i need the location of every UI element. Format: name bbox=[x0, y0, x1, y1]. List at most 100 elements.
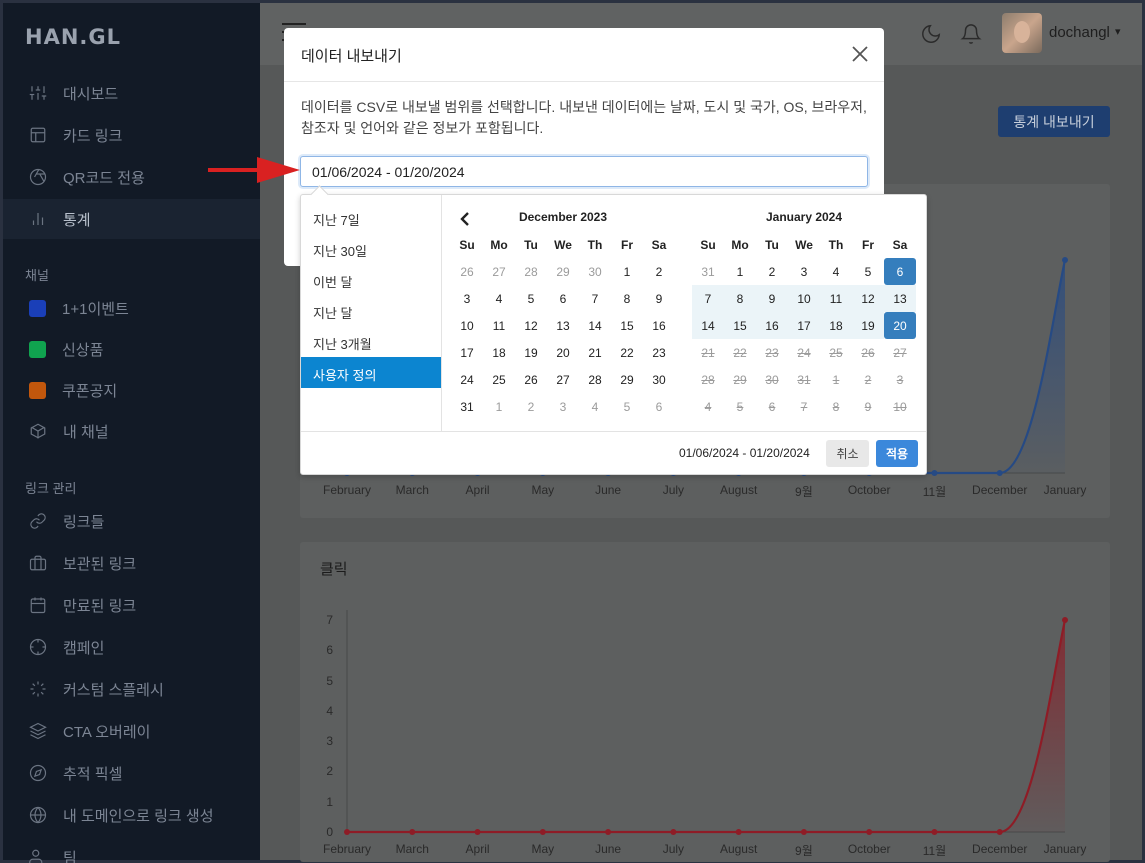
sidebar-item[interactable]: 커스텀 스플레시 bbox=[3, 669, 260, 709]
calendar-day[interactable]: 18 bbox=[820, 312, 852, 339]
calendar-day[interactable]: 7 bbox=[692, 285, 724, 312]
range-option[interactable]: 사용자 정의 bbox=[301, 357, 441, 388]
calendar-day[interactable]: 14 bbox=[579, 312, 611, 339]
range-option[interactable]: 지난 3개월 bbox=[301, 326, 441, 357]
calendar-day[interactable]: 12 bbox=[852, 285, 884, 312]
sidebar-item[interactable]: 대시보드 bbox=[3, 73, 260, 113]
calendar-day[interactable]: 27 bbox=[547, 366, 579, 393]
calendar-day[interactable]: 15 bbox=[611, 312, 643, 339]
calendar-day: 8 bbox=[832, 399, 840, 414]
sidebar-item[interactable]: 신상품 bbox=[3, 329, 260, 369]
calendar-day[interactable]: 20 bbox=[547, 339, 579, 366]
chevron-down-icon[interactable]: ▾ bbox=[1115, 25, 1121, 38]
calendar-day[interactable]: 8 bbox=[611, 285, 643, 312]
calendar-day[interactable]: 25 bbox=[483, 366, 515, 393]
sidebar-item[interactable]: 내 채널 bbox=[3, 411, 260, 451]
export-stats-button[interactable]: 통계 내보내기 bbox=[998, 106, 1110, 137]
calendar-day[interactable]: 21 bbox=[579, 339, 611, 366]
sidebar-item[interactable]: 만료된 링크 bbox=[3, 585, 260, 625]
calendar-day[interactable]: 13 bbox=[884, 285, 916, 312]
calendar-day[interactable]: 6 bbox=[547, 285, 579, 312]
calendar-day[interactable]: 28 bbox=[579, 366, 611, 393]
calendar-day[interactable]: 23 bbox=[643, 339, 675, 366]
calendar-day[interactable]: 26 bbox=[515, 366, 547, 393]
sidebar-item[interactable]: 쿠폰공지 bbox=[3, 370, 260, 410]
calendar-day[interactable]: 16 bbox=[643, 312, 675, 339]
bell-icon[interactable] bbox=[960, 23, 982, 45]
calendar-day[interactable]: 8 bbox=[724, 285, 756, 312]
calendar-day[interactable]: 17 bbox=[451, 339, 483, 366]
calendar-day[interactable]: 2 bbox=[643, 258, 675, 285]
chevron-left-icon[interactable] bbox=[460, 212, 470, 226]
calendar-day[interactable]: 10 bbox=[451, 312, 483, 339]
sidebar-item[interactable]: 카드 링크 bbox=[3, 115, 260, 155]
calendar-day[interactable]: 24 bbox=[451, 366, 483, 393]
calendar-day[interactable]: 20 bbox=[884, 312, 916, 339]
calendar-day[interactable]: 13 bbox=[547, 312, 579, 339]
calendar-day[interactable]: 4 bbox=[579, 393, 611, 420]
range-option[interactable]: 지난 달 bbox=[301, 295, 441, 326]
date-range-input[interactable] bbox=[300, 156, 868, 187]
sidebar-item[interactable]: 1+1이벤트 bbox=[3, 288, 260, 328]
sidebar-item[interactable]: 보관된 링크 bbox=[3, 543, 260, 583]
avatar[interactable] bbox=[1002, 13, 1042, 53]
calendar-day[interactable]: 28 bbox=[515, 258, 547, 285]
calendar-day[interactable]: 30 bbox=[643, 366, 675, 393]
range-option[interactable]: 이번 달 bbox=[301, 264, 441, 295]
calendar-day[interactable]: 11 bbox=[483, 312, 515, 339]
weekday-label: Su bbox=[459, 238, 475, 252]
sidebar-item[interactable]: 내 도메인으로 링크 생성 bbox=[3, 795, 260, 835]
calendar-day[interactable]: 14 bbox=[692, 312, 724, 339]
calendar-day[interactable]: 22 bbox=[611, 339, 643, 366]
cancel-button[interactable]: 취소 bbox=[826, 440, 869, 467]
data-point bbox=[800, 829, 807, 835]
sidebar-item[interactable]: CTA 오버레이 bbox=[3, 711, 260, 751]
calendar-day[interactable]: 7 bbox=[579, 285, 611, 312]
app-logo[interactable]: HAN.GL bbox=[25, 25, 121, 49]
moon-icon[interactable] bbox=[920, 23, 942, 45]
calendar-day[interactable]: 11 bbox=[820, 285, 852, 312]
calendar-day[interactable]: 5 bbox=[611, 393, 643, 420]
calendar-day[interactable]: 4 bbox=[483, 285, 515, 312]
calendar-day[interactable]: 1 bbox=[483, 393, 515, 420]
calendar-day[interactable]: 27 bbox=[483, 258, 515, 285]
range-option[interactable]: 지난 7일 bbox=[301, 202, 441, 233]
calendar-day[interactable]: 1 bbox=[611, 258, 643, 285]
calendar-day[interactable]: 6 bbox=[643, 393, 675, 420]
calendar-day[interactable]: 5 bbox=[852, 258, 884, 285]
close-icon[interactable] bbox=[850, 44, 870, 64]
username[interactable]: dochangl bbox=[1049, 24, 1110, 41]
calendar-day[interactable]: 19 bbox=[852, 312, 884, 339]
calendar-day[interactable]: 10 bbox=[788, 285, 820, 312]
calendar-day[interactable]: 31 bbox=[692, 258, 724, 285]
sidebar-item[interactable]: 팀 bbox=[3, 837, 260, 863]
calendar-day[interactable]: 6 bbox=[884, 258, 916, 285]
calendar-day[interactable]: 29 bbox=[547, 258, 579, 285]
calendar-day[interactable]: 1 bbox=[724, 258, 756, 285]
sidebar-item[interactable]: 캠페인 bbox=[3, 627, 260, 667]
calendar-day[interactable]: 15 bbox=[724, 312, 756, 339]
range-option[interactable]: 지난 30일 bbox=[301, 233, 441, 264]
calendar-day[interactable]: 2 bbox=[756, 258, 788, 285]
calendar-day[interactable]: 12 bbox=[515, 312, 547, 339]
calendar-day[interactable]: 18 bbox=[483, 339, 515, 366]
calendar-day[interactable]: 3 bbox=[451, 285, 483, 312]
calendar-day[interactable]: 9 bbox=[643, 285, 675, 312]
calendar-day[interactable]: 5 bbox=[515, 285, 547, 312]
sidebar-item[interactable]: 링크들 bbox=[3, 501, 260, 541]
calendar-day[interactable]: 29 bbox=[611, 366, 643, 393]
apply-button[interactable]: 적용 bbox=[876, 440, 918, 467]
calendar-day[interactable]: 4 bbox=[820, 258, 852, 285]
sidebar-item[interactable]: 통계 bbox=[3, 199, 260, 239]
calendar-day[interactable]: 17 bbox=[788, 312, 820, 339]
calendar-day[interactable]: 30 bbox=[579, 258, 611, 285]
calendar-day[interactable]: 31 bbox=[451, 393, 483, 420]
calendar-day[interactable]: 16 bbox=[756, 312, 788, 339]
calendar-day[interactable]: 26 bbox=[451, 258, 483, 285]
calendar-day[interactable]: 9 bbox=[756, 285, 788, 312]
calendar-day[interactable]: 3 bbox=[788, 258, 820, 285]
calendar-day[interactable]: 19 bbox=[515, 339, 547, 366]
calendar-day[interactable]: 3 bbox=[547, 393, 579, 420]
calendar-day[interactable]: 2 bbox=[515, 393, 547, 420]
sidebar-item[interactable]: 추적 픽셀 bbox=[3, 753, 260, 793]
